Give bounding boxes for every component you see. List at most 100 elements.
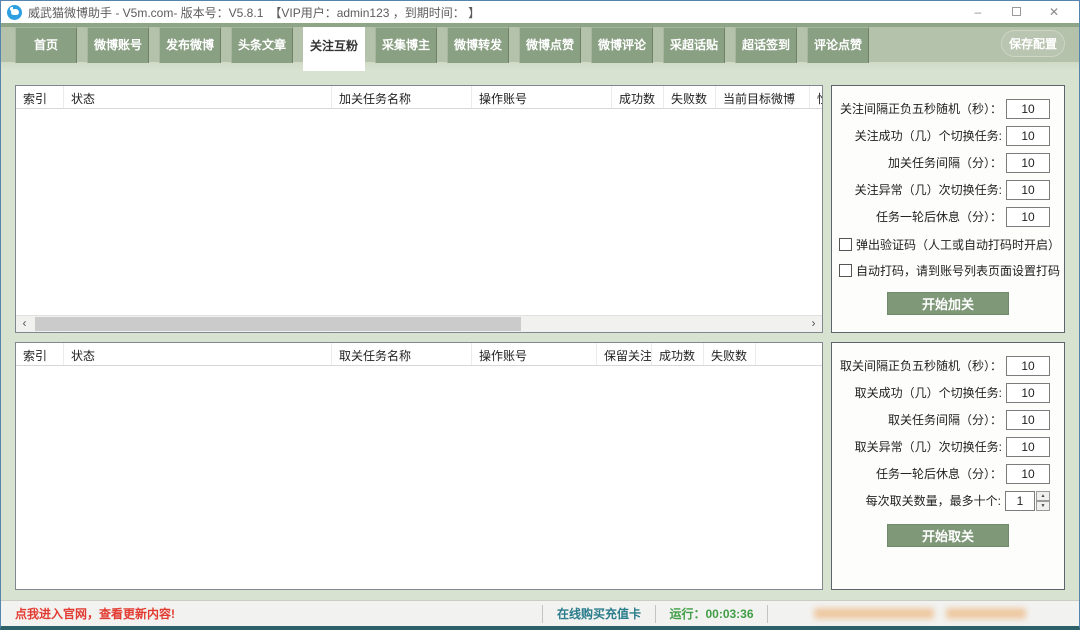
tab-headline-article[interactable]: 头条文章: [231, 27, 293, 63]
tab-collect-supertopic-post[interactable]: 采超话贴: [663, 27, 725, 63]
follow-value-input[interactable]: [1006, 126, 1050, 146]
follow-value-input[interactable]: [1006, 99, 1050, 119]
follow-checkbox-row: 自动打码，请到账号列表页面设置打码: [839, 262, 1064, 279]
tables-column: 索引状态加关任务名称操作账号成功数失败数当前目标微博性别 ‹ › 索引状态取关任…: [15, 85, 823, 590]
tab-weibo-repost[interactable]: 微博转发: [447, 27, 509, 63]
column-header[interactable]: 状态: [64, 343, 332, 365]
window-controls: – ✕: [959, 2, 1073, 22]
follow-field-row: 关注间隔正负五秒随机（秒）：: [832, 98, 1050, 119]
field-label: 取关异常（几）次切换任务:: [855, 438, 1002, 455]
follow-field-row: 关注异常（几）次切换任务:: [832, 179, 1050, 200]
column-header[interactable]: 性别: [810, 86, 823, 108]
tab-follow-mutual[interactable]: 关注互粉: [303, 27, 365, 71]
scroll-left-icon[interactable]: ‹: [16, 316, 33, 332]
follow-value-input[interactable]: [1006, 180, 1050, 200]
column-header[interactable]: 操作账号: [472, 343, 597, 365]
unfollow-value-input[interactable]: [1006, 437, 1050, 457]
unfollow-field-row: 取关异常（几）次切换任务:: [832, 436, 1050, 457]
scrollbar-track[interactable]: [33, 316, 805, 332]
field-label: 关注间隔正负五秒随机（秒）：: [840, 100, 1002, 117]
follow-task-table: 索引状态加关任务名称操作账号成功数失败数当前目标微博性别 ‹ ›: [15, 85, 823, 333]
run-timer: 运行：00:03:36: [656, 605, 767, 622]
field-label: 关注异常（几）次切换任务:: [855, 181, 1002, 198]
follow-field-row: 任务一轮后休息（分）：: [832, 206, 1050, 227]
unfollow-start-button[interactable]: 开始取关: [887, 524, 1009, 547]
column-header[interactable]: 成功数: [652, 343, 704, 365]
column-header[interactable]: 取关任务名称: [332, 343, 472, 365]
follow-field-row: 加关任务间隔（分）：: [832, 152, 1050, 173]
maximize-icon: [1012, 7, 1021, 16]
window-title: 威武猫微博助手 - V5m.com- 版本号：V5.8.1 【VIP用户：adm…: [28, 4, 480, 21]
main-content: 索引状态加关任务名称操作账号成功数失败数当前目标微博性别 ‹ › 索引状态取关任…: [1, 71, 1079, 600]
minimize-button[interactable]: –: [959, 2, 997, 22]
tab-home[interactable]: 首页: [15, 27, 77, 63]
follow-value-input[interactable]: [1006, 207, 1050, 227]
checkbox-label: 自动打码，请到账号列表页面设置打码: [856, 262, 1060, 279]
tab-bar-items: 首页微博账号发布微博头条文章关注互粉采集博主微博转发微博点赞微博评论采超话贴超话…: [15, 23, 879, 71]
field-label: 任务一轮后休息（分）：: [876, 465, 1002, 482]
tab-weibo-comment[interactable]: 微博评论: [591, 27, 653, 63]
follow-table-body: [16, 109, 822, 332]
column-header[interactable]: 操作账号: [472, 86, 612, 108]
tab-weibo-like[interactable]: 微博点赞: [519, 27, 581, 63]
app-logo-icon: [7, 5, 22, 20]
unfollow-table-body: [16, 366, 822, 589]
unfollow-value-input[interactable]: [1006, 410, 1050, 430]
field-label: 加关任务间隔（分）：: [888, 154, 1002, 171]
field-label: 取关间隔正负五秒随机（秒）：: [840, 357, 1002, 374]
unfollow-task-table: 索引状态取关任务名称操作账号保留关注成功数失败数: [15, 342, 823, 590]
column-header[interactable]: 状态: [64, 86, 332, 108]
unfollow-table-header: 索引状态取关任务名称操作账号保留关注成功数失败数: [16, 343, 823, 366]
unfollow-field-row: 每次取关数量，最多十个: ▲▼: [832, 490, 1050, 511]
horizontal-scrollbar: ‹ ›: [16, 315, 822, 332]
tab-weibo-account[interactable]: 微博账号: [87, 27, 149, 63]
follow-settings-panel: 关注间隔正负五秒随机（秒）： 关注成功（几）个切换任务: 加关任务间隔（分）： 关注异…: [831, 85, 1065, 333]
stepper-up-icon[interactable]: ▲: [1036, 491, 1050, 501]
run-time: 00:03:36: [705, 607, 753, 621]
column-header[interactable]: 失败数: [664, 86, 716, 108]
column-header[interactable]: 索引: [16, 343, 64, 365]
tab-publish-weibo[interactable]: 发布微博: [159, 27, 221, 63]
stepper-down-icon[interactable]: ▼: [1036, 501, 1050, 511]
unfollow-value-input[interactable]: [1005, 491, 1035, 511]
tab-supertopic-checkin[interactable]: 超话签到: [735, 27, 797, 63]
follow-field-row: 关注成功（几）个切换任务:: [832, 125, 1050, 146]
field-label: 关注成功（几）个切换任务:: [855, 127, 1002, 144]
unfollow-field-row: 取关成功（几）个切换任务:: [832, 382, 1050, 403]
censored-text: [768, 608, 1079, 619]
unfollow-field-row: 取关间隔正负五秒随机（秒）：: [832, 355, 1050, 376]
close-button[interactable]: ✕: [1035, 2, 1073, 22]
settings-column: 关注间隔正负五秒随机（秒）： 关注成功（几）个切换任务: 加关任务间隔（分）： 关注异…: [831, 85, 1065, 590]
unfollow-value-input[interactable]: [1006, 383, 1050, 403]
save-config-button[interactable]: 保存配置: [1001, 30, 1065, 57]
censored-bar: [946, 608, 1026, 619]
unfollow-field-row: 任务一轮后休息（分）：: [832, 463, 1050, 484]
follow-checkbox[interactable]: [839, 238, 852, 251]
follow-start-button[interactable]: 开始加关: [887, 292, 1009, 315]
scrollbar-thumb[interactable]: [35, 317, 521, 331]
checkbox-label: 弹出验证码（人工或自动打码时开启）: [856, 236, 1060, 253]
column-header[interactable]: 保留关注: [597, 343, 652, 365]
follow-table-header: 索引状态加关任务名称操作账号成功数失败数当前目标微博性别: [16, 86, 823, 109]
status-left: 点我进入官网，查看更新内容!: [1, 605, 542, 622]
scroll-right-icon[interactable]: ›: [805, 316, 822, 332]
follow-checkbox[interactable]: [839, 264, 852, 277]
column-header[interactable]: 索引: [16, 86, 64, 108]
buy-card-link[interactable]: 在线购买充值卡: [543, 605, 655, 622]
title-bar: 威武猫微博助手 - V5m.com- 版本号：V5.8.1 【VIP用户：adm…: [1, 1, 1079, 23]
maximize-button[interactable]: [997, 2, 1035, 22]
column-header[interactable]: 失败数: [704, 343, 756, 365]
follow-value-input[interactable]: [1006, 153, 1050, 173]
follow-checkbox-row: 弹出验证码（人工或自动打码时开启）: [839, 236, 1064, 253]
unfollow-value-input[interactable]: [1006, 464, 1050, 484]
quantity-stepper: ▲▼: [1036, 491, 1050, 511]
unfollow-value-input[interactable]: [1006, 356, 1050, 376]
field-label: 每次取关数量，最多十个:: [866, 492, 1001, 509]
column-header[interactable]: 加关任务名称: [332, 86, 472, 108]
column-header[interactable]: 当前目标微博: [716, 86, 810, 108]
app-window: 威武猫微博助手 - V5m.com- 版本号：V5.8.1 【VIP用户：adm…: [0, 0, 1080, 630]
official-site-link[interactable]: 点我进入官网，查看更新内容!: [15, 607, 175, 621]
tab-comment-like[interactable]: 评论点赞: [807, 27, 869, 63]
column-header[interactable]: 成功数: [612, 86, 664, 108]
tab-collect-blogger[interactable]: 采集博主: [375, 27, 437, 63]
